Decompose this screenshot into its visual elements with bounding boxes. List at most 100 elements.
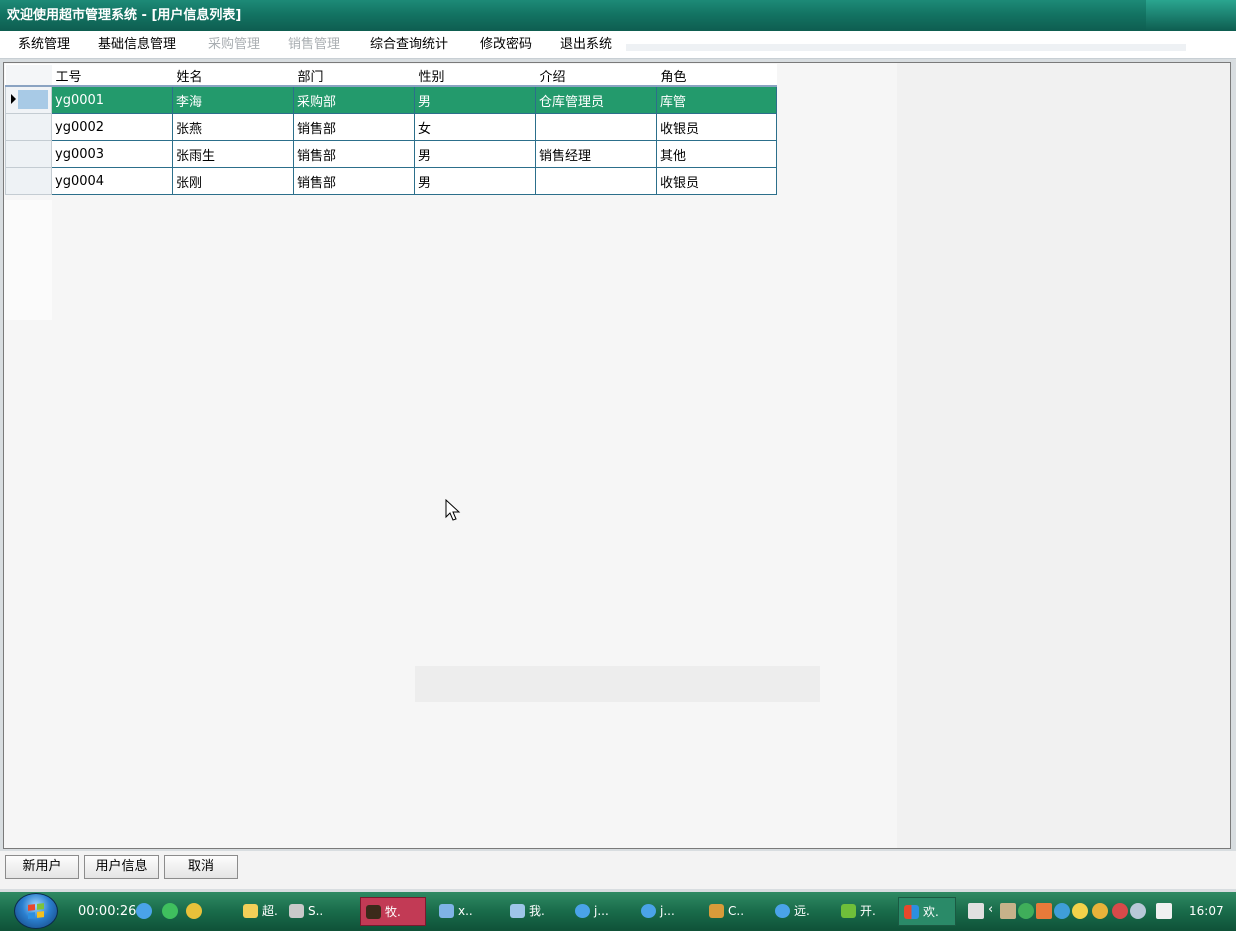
cell-gender[interactable]: 男 — [414, 140, 536, 168]
row-header[interactable] — [5, 167, 52, 195]
menu-basic-info[interactable]: 基础信息管理 — [98, 31, 176, 59]
cell-gender[interactable]: 男 — [414, 167, 536, 195]
table-row[interactable]: yg0003 张雨生 销售部 男 销售经理 其他 — [5, 140, 777, 168]
task-button-x[interactable]: x.. — [434, 897, 500, 926]
task-label: 超. — [262, 904, 278, 918]
cell-role[interactable]: 收银员 — [656, 167, 777, 195]
task-button-active[interactable]: 牧. — [360, 897, 426, 926]
tray-icon-1[interactable] — [1000, 903, 1016, 919]
grid-corner-header — [5, 64, 52, 87]
column-header-name[interactable]: 姓名 — [172, 64, 294, 87]
cell-role[interactable]: 收银员 — [656, 113, 777, 141]
tree-icon — [841, 904, 856, 918]
table-row[interactable]: yg0002 张燕 销售部 女 收银员 — [5, 113, 777, 141]
app-icon — [366, 905, 381, 919]
cell-gender[interactable]: 男 — [414, 85, 536, 114]
row-header[interactable] — [5, 113, 52, 141]
tray-icon-2[interactable] — [1018, 903, 1034, 919]
current-row-arrow-icon — [11, 94, 16, 104]
column-header-gender[interactable]: 性别 — [414, 64, 536, 87]
cell-intro[interactable] — [535, 167, 657, 195]
client-right-panel — [897, 63, 1230, 848]
cell-name[interactable]: 李海 — [172, 85, 294, 114]
cell-dept[interactable]: 销售部 — [293, 113, 415, 141]
menu-query-stats[interactable]: 综合查询统计 — [370, 31, 448, 59]
task-button-folder[interactable]: 超. — [238, 897, 290, 926]
task-button-s[interactable]: S.. — [284, 897, 352, 926]
task-label: S.. — [308, 904, 324, 918]
cell-name[interactable]: 张刚 — [172, 167, 294, 195]
new-user-button[interactable]: 新用户 — [5, 855, 79, 879]
cell-intro[interactable]: 销售经理 — [535, 140, 657, 168]
task-label: 我. — [529, 904, 545, 918]
row-header[interactable] — [5, 140, 52, 168]
cell-dept[interactable]: 销售部 — [293, 140, 415, 168]
cancel-button[interactable]: 取消 — [164, 855, 238, 879]
client-left-strip — [4, 200, 52, 320]
menu-sales[interactable]: 销售管理 — [288, 31, 340, 59]
task-button-open[interactable]: 开. — [836, 897, 890, 926]
column-header-dept[interactable]: 部门 — [293, 64, 415, 87]
user-info-grid[interactable]: 工号 姓名 部门 性别 介绍 角色 yg0001 李海 采购部 男 仓库管理员 … — [5, 64, 777, 195]
tray-icon-4[interactable] — [1054, 903, 1070, 919]
menu-purchase[interactable]: 采购管理 — [208, 31, 260, 59]
table-row[interactable]: yg0004 张刚 销售部 男 收银员 — [5, 167, 777, 195]
tray-icon-7[interactable] — [1130, 903, 1146, 919]
cell-id[interactable]: yg0004 — [51, 167, 173, 195]
menu-system[interactable]: 系统管理 — [18, 31, 70, 59]
title-bar[interactable]: 欢迎使用超市管理系统 - [用户信息列表] — [0, 0, 1236, 31]
tray-expand-chevron-icon[interactable]: ‹ — [988, 902, 993, 917]
cell-name[interactable]: 张燕 — [172, 113, 294, 141]
task-label: C.. — [728, 904, 745, 918]
mouse-cursor-icon — [445, 499, 461, 521]
column-header-id[interactable]: 工号 — [51, 64, 173, 87]
app-icon — [289, 904, 304, 918]
tray-icon-3[interactable] — [1036, 903, 1052, 919]
app-window-icon — [904, 905, 919, 919]
cell-intro[interactable] — [535, 113, 657, 141]
document-icon — [439, 904, 454, 918]
user-info-button[interactable]: 用户信息 — [84, 855, 159, 879]
task-button-ie-1[interactable]: j... — [570, 897, 636, 926]
volume-icon[interactable] — [1072, 903, 1088, 919]
menu-change-password[interactable]: 修改密码 — [480, 31, 532, 59]
cell-id[interactable]: yg0002 — [51, 113, 173, 141]
tray-icon-8[interactable] — [1156, 903, 1172, 919]
menu-exit[interactable]: 退出系统 — [560, 31, 612, 59]
cell-id[interactable]: yg0003 — [51, 140, 173, 168]
quicklaunch-green-icon[interactable] — [162, 903, 178, 919]
window-title: 欢迎使用超市管理系统 - [用户信息列表] — [7, 8, 242, 23]
task-button-welcome[interactable]: 欢. — [898, 897, 956, 926]
computer-icon — [510, 904, 525, 918]
tray-icon-5[interactable] — [1092, 903, 1108, 919]
task-button-remote[interactable]: 远. — [770, 897, 834, 926]
system-clock[interactable]: 16:07 — [1189, 904, 1224, 918]
folder-icon — [243, 904, 258, 918]
cell-gender[interactable]: 女 — [414, 113, 536, 141]
menu-strip-decoration — [626, 44, 1186, 51]
quicklaunch-yellow-icon[interactable] — [186, 903, 202, 919]
cell-id[interactable]: yg0001 — [51, 85, 173, 114]
keyboard-icon[interactable] — [968, 903, 984, 919]
cell-role[interactable]: 其他 — [656, 140, 777, 168]
cell-intro[interactable]: 仓库管理员 — [535, 85, 657, 114]
column-header-intro[interactable]: 介绍 — [535, 64, 657, 87]
cell-dept[interactable]: 销售部 — [293, 167, 415, 195]
task-button-ie-2[interactable]: j... — [636, 897, 702, 926]
row-selection-highlight — [18, 90, 48, 109]
cell-name[interactable]: 张雨生 — [172, 140, 294, 168]
cell-role[interactable]: 库管 — [656, 85, 777, 114]
column-header-role[interactable]: 角色 — [656, 64, 777, 87]
task-button-computer[interactable]: 我. — [505, 897, 571, 926]
task-label: 远. — [794, 904, 810, 918]
bottom-button-bar: 新用户 用户信息 取消 — [0, 851, 1236, 889]
ie-quicklaunch-icon[interactable] — [136, 903, 152, 919]
cell-dept[interactable]: 采购部 — [293, 85, 415, 114]
table-row[interactable]: yg0001 李海 采购部 男 仓库管理员 库管 — [5, 85, 777, 114]
row-header[interactable] — [5, 85, 52, 114]
app-window: 欢迎使用超市管理系统 - [用户信息列表] 系统管理 基础信息管理 采购管理 销… — [0, 0, 1236, 931]
tray-icon-6[interactable] — [1112, 903, 1128, 919]
start-button[interactable] — [14, 893, 58, 929]
client-low-panel — [415, 666, 820, 702]
task-button-c[interactable]: C.. — [704, 897, 766, 926]
